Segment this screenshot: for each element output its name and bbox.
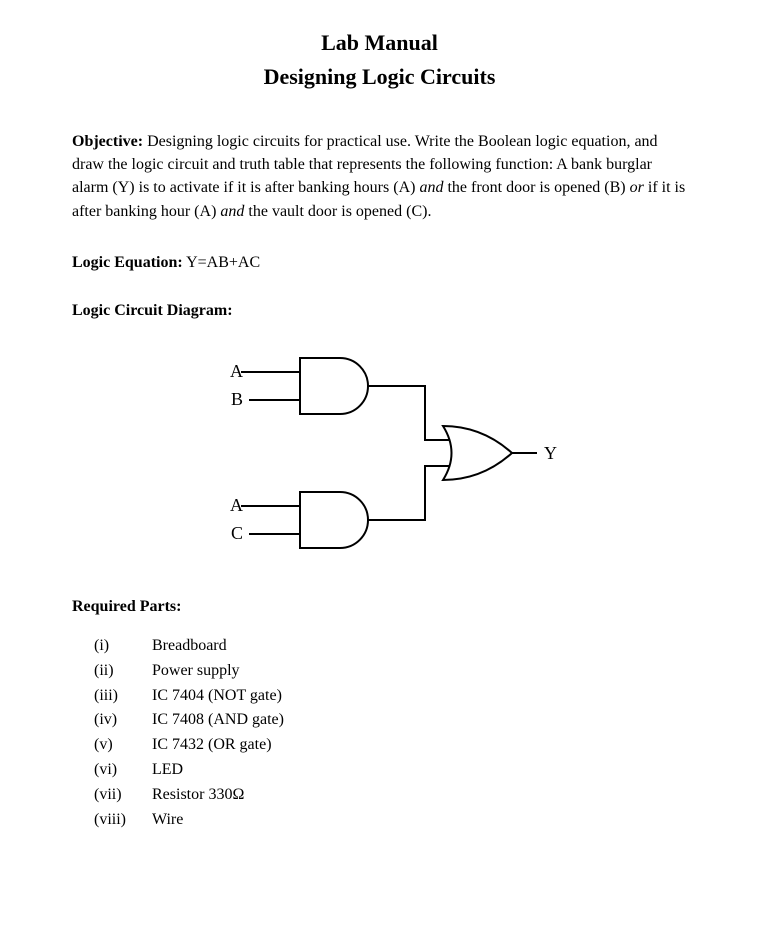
list-item-number: (iv): [94, 708, 136, 733]
objective-paragraph: Objective: Designing logic circuits for …: [72, 130, 687, 223]
list-item-number: (iii): [94, 684, 136, 709]
logic-equation-value: Y=AB+AC: [183, 254, 260, 271]
list-item-number: (vii): [94, 783, 136, 808]
document-page: Lab Manual Designing Logic Circuits Obje…: [0, 0, 759, 862]
input-label-b: B: [231, 389, 243, 409]
required-parts-list: (i) Breadboard (ii) Power supply (iii) I…: [94, 634, 687, 832]
list-item-text: IC 7404 (NOT gate): [152, 684, 282, 709]
list-item-text: Resistor 330Ω: [152, 783, 244, 808]
page-subtitle: Designing Logic Circuits: [72, 64, 687, 90]
and-gate-top-icon: [300, 358, 368, 414]
objective-and-1: and: [419, 179, 443, 196]
page-title: Lab Manual: [72, 30, 687, 56]
input-label-a-bottom: A: [230, 495, 243, 515]
list-item: (viii) Wire: [94, 808, 687, 833]
required-parts-label: Required Parts:: [72, 598, 687, 616]
list-item-number: (ii): [94, 659, 136, 684]
logic-equation-paragraph: Logic Equation: Y=AB+AC: [72, 251, 687, 274]
list-item-text: LED: [152, 758, 183, 783]
list-item: (i) Breadboard: [94, 634, 687, 659]
list-item: (v) IC 7432 (OR gate): [94, 733, 687, 758]
list-item-text: Wire: [152, 808, 183, 833]
list-item-number: (i): [94, 634, 136, 659]
list-item-number: (viii): [94, 808, 136, 833]
logic-circuit-diagram: A B A C Y: [72, 338, 687, 568]
input-label-c: C: [231, 523, 243, 543]
logic-equation-label: Logic Equation:: [72, 254, 183, 271]
list-item-number: (v): [94, 733, 136, 758]
list-item: (iii) IC 7404 (NOT gate): [94, 684, 687, 709]
diagram-label: Logic Circuit Diagram:: [72, 302, 687, 320]
output-label-y: Y: [544, 443, 557, 463]
list-item: (vii) Resistor 330Ω: [94, 783, 687, 808]
list-item-text: Breadboard: [152, 634, 227, 659]
list-item: (ii) Power supply: [94, 659, 687, 684]
list-item-text: IC 7408 (AND gate): [152, 708, 284, 733]
input-label-a-top: A: [230, 361, 243, 381]
list-item-text: Power supply: [152, 659, 240, 684]
list-item-number: (vi): [94, 758, 136, 783]
objective-and-2: and: [220, 203, 244, 220]
objective-label: Objective:: [72, 133, 143, 150]
logic-diagram-svg: A B A C Y: [200, 338, 560, 568]
list-item: (vi) LED: [94, 758, 687, 783]
and-gate-bottom-icon: [300, 492, 368, 548]
objective-or: or: [630, 179, 644, 196]
objective-text-2: the front door is opened (B): [443, 179, 629, 196]
list-item-text: IC 7432 (OR gate): [152, 733, 272, 758]
or-gate-icon: [443, 426, 512, 480]
list-item: (iv) IC 7408 (AND gate): [94, 708, 687, 733]
objective-text-4: the vault door is opened (C).: [244, 203, 431, 220]
